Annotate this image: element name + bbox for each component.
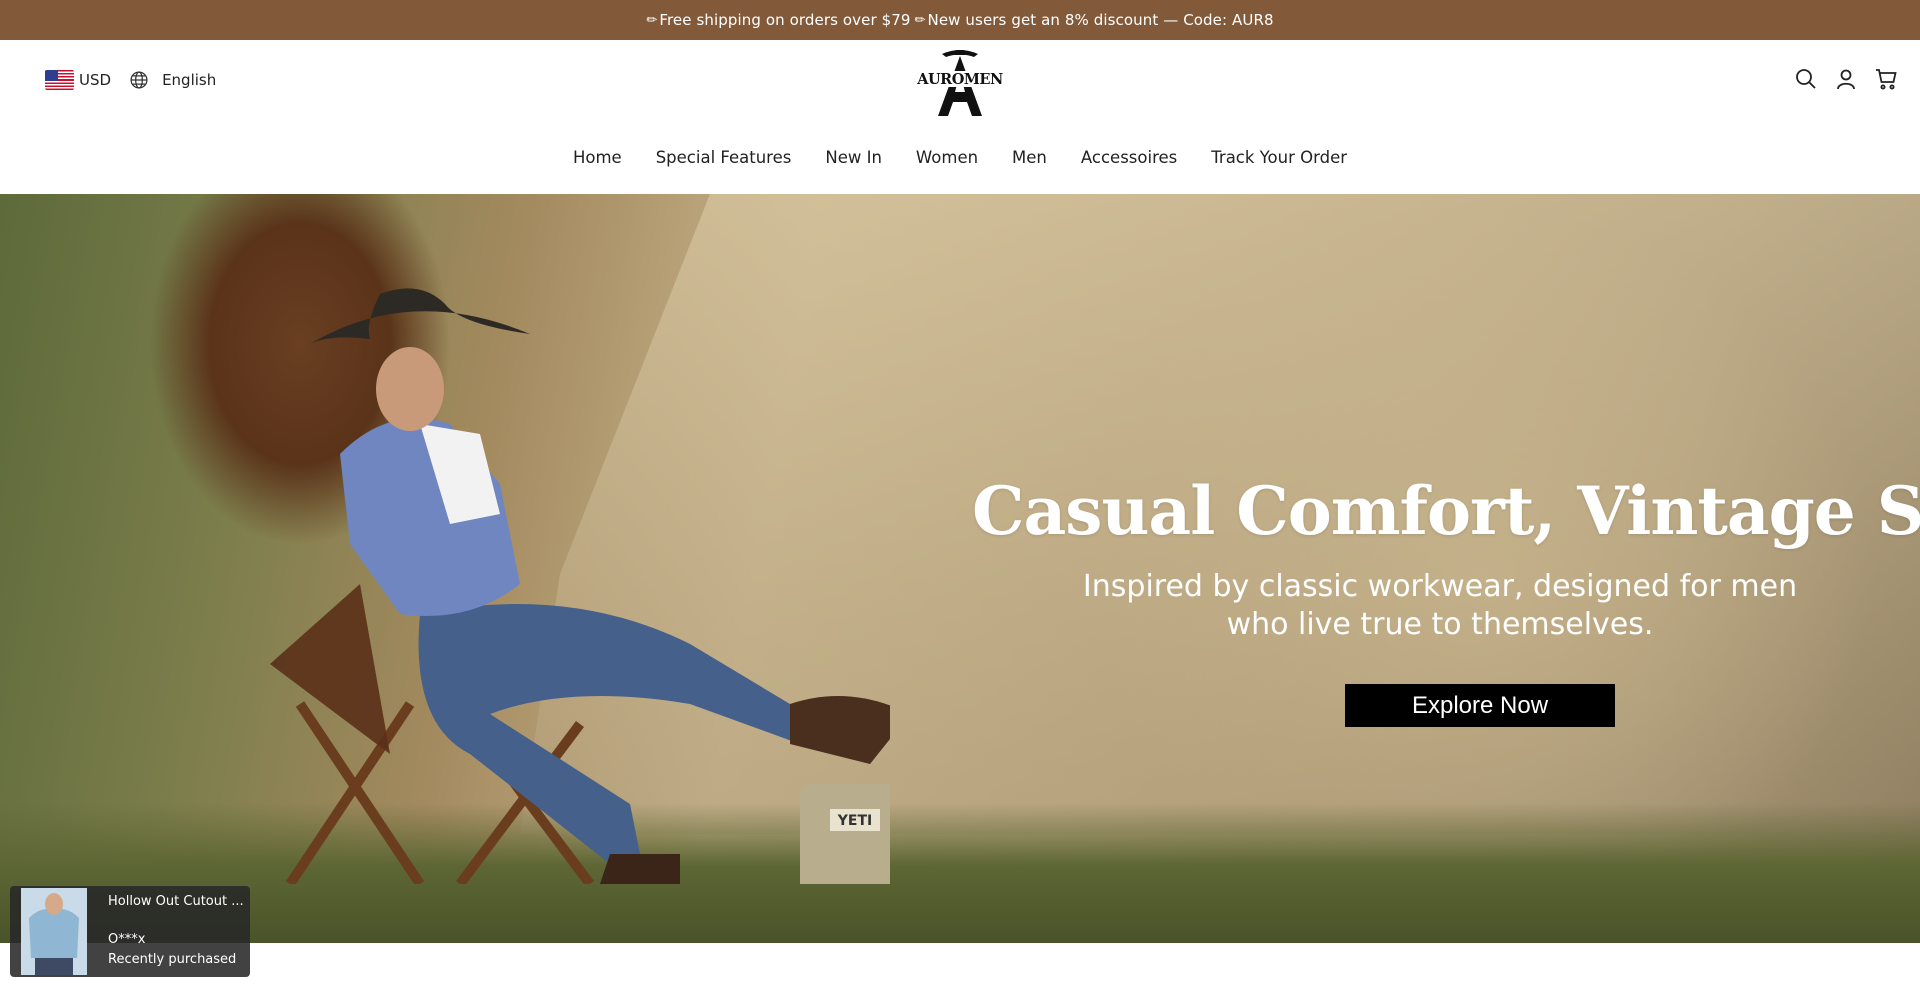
hero-subline-2: who live true to themselves. (1226, 607, 1654, 642)
currency-selector[interactable]: USD (79, 71, 111, 89)
nav-item-accessoires[interactable]: Accessoires (1081, 148, 1177, 167)
hero-man-in-chair-image: YETI (270, 288, 890, 884)
locale-selector: USD English (45, 70, 216, 90)
nav-item-home[interactable]: Home (573, 148, 622, 167)
hero-banner: YETI Casual Comfort, Vintage Soul. Inspi… (0, 194, 1920, 943)
popup-product-name: Hollow Out Cutout ... (108, 894, 244, 909)
announcement-bar: ✏ Free shipping on orders over $79 ✏ New… (0, 0, 1920, 40)
nav-item-women[interactable]: Women (916, 148, 978, 167)
product-thumbnail[interactable] (21, 888, 87, 975)
cart-icon[interactable] (1874, 67, 1898, 91)
header-icons (1794, 67, 1898, 91)
cooler-label: YETI (837, 813, 872, 829)
hero-headline: Casual Comfort, Vintage Soul. (972, 472, 1920, 550)
recent-purchase-popup[interactable]: Hollow Out Cutout ... O***x Recently pur… (10, 886, 250, 977)
pen-icon: ✏ (914, 12, 926, 28)
popup-buyer-name: O***x (108, 932, 146, 947)
site-header: USD English AUROMEN Home Special Feature… (0, 40, 1920, 194)
us-flag-icon[interactable] (45, 70, 74, 90)
announcement-text-discount: New users get an 8% discount — Code: AUR… (927, 11, 1274, 29)
main-nav: Home Special Features New In Women Men A… (0, 148, 1920, 167)
hero-subline-1: Inspired by classic workwear, designed f… (1082, 569, 1798, 604)
announcement-text-shipping: Free shipping on orders over $79 (659, 11, 911, 29)
nav-item-track-order[interactable]: Track Your Order (1211, 148, 1347, 167)
nav-item-men[interactable]: Men (1012, 148, 1047, 167)
auromen-logo[interactable]: AUROMEN (912, 44, 1008, 120)
explore-now-button[interactable]: Explore Now (1345, 684, 1615, 727)
logo-text: AUROMEN (916, 71, 1003, 88)
nav-item-special-features[interactable]: Special Features (656, 148, 792, 167)
search-icon[interactable] (1794, 67, 1818, 91)
language-selector[interactable]: English (162, 71, 216, 89)
hero-subheadline: Inspired by classic workwear, designed f… (1000, 568, 1880, 644)
account-icon[interactable] (1834, 67, 1858, 91)
globe-icon[interactable] (129, 70, 149, 90)
nav-item-new-in[interactable]: New In (825, 148, 882, 167)
popup-status: Recently purchased (108, 952, 237, 967)
pen-icon: ✏ (646, 12, 658, 28)
